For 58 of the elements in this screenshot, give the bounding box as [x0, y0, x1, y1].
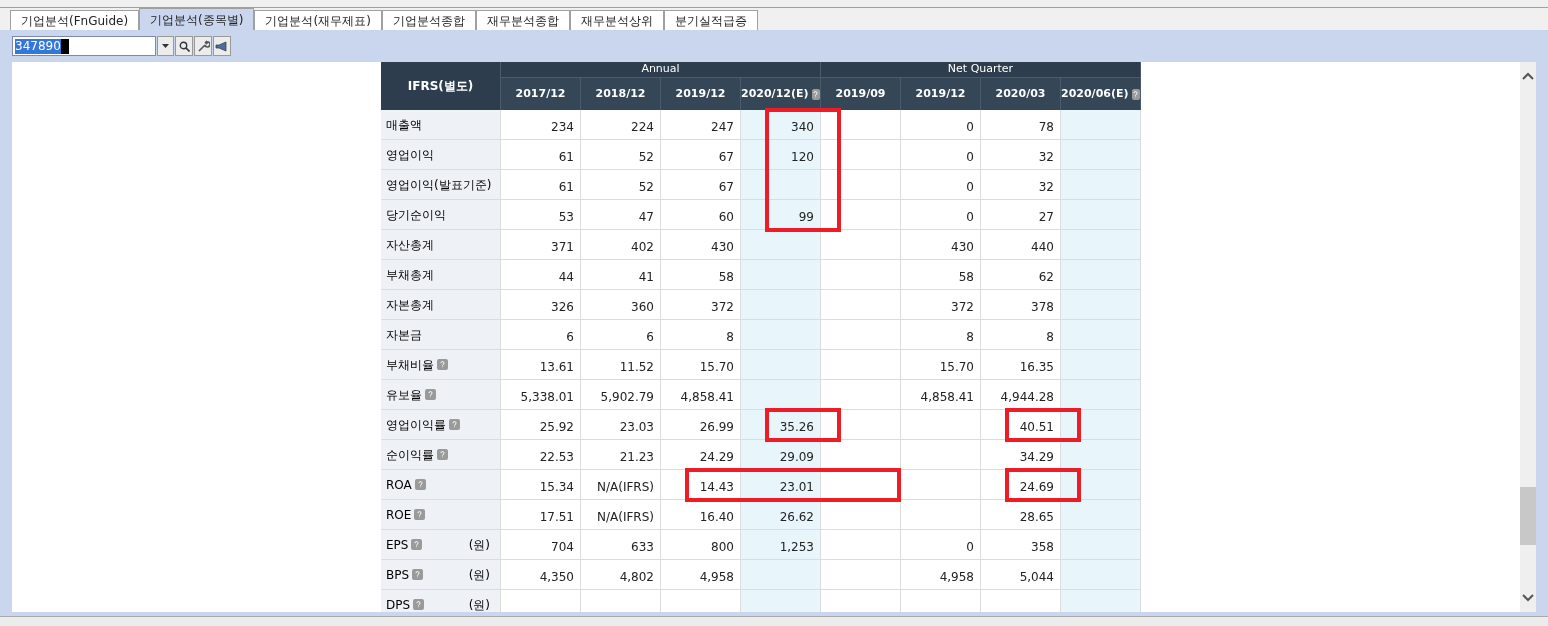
search-icon [178, 40, 190, 52]
tab[interactable]: 기업분석(종목별) [139, 8, 255, 30]
row-label: 영업이익 [386, 146, 434, 164]
row-label: 자산총계 [386, 236, 434, 254]
tab[interactable]: 재무분석종합 [475, 10, 570, 30]
column-label: 2018/12 [595, 85, 646, 102]
tab[interactable]: 기업분석(재무제표) [254, 10, 382, 30]
row-label: 부채총계 [386, 266, 434, 284]
tab[interactable]: 재무분석상위 [569, 10, 664, 30]
row-label: 당기순이익 [386, 206, 446, 224]
column-label: 2020/12(E) [741, 85, 809, 102]
wrench-icon [196, 39, 210, 53]
table-cell: 1,253 [741, 530, 821, 559]
caret-icon [162, 44, 169, 48]
row-label: 자본총계 [386, 296, 434, 314]
table-cell: 120 [741, 140, 821, 169]
row-label: BPS [386, 566, 410, 584]
unit-label: (원) [468, 536, 490, 554]
search-button[interactable] [175, 36, 193, 56]
row-label: 자본금 [386, 326, 422, 344]
row-label: 매출액 [386, 116, 422, 134]
code-field[interactable]: 347890 [12, 36, 156, 56]
unit-label: (원) [468, 596, 490, 612]
help-icon[interactable] [811, 88, 820, 100]
row-label: 유보율 [386, 386, 422, 404]
scroll-thumb[interactable] [1520, 487, 1536, 545]
row-label: 영업이익률 [386, 416, 446, 434]
tab[interactable]: 기업분석(FnGuide) [10, 10, 140, 30]
tab[interactable]: 분기실적급증 [663, 10, 758, 30]
row-label: DPS [386, 596, 411, 612]
text-cursor [60, 38, 69, 54]
megaphone-icon [215, 40, 229, 52]
scrollbar[interactable] [1520, 62, 1536, 612]
field-value: 347890 [15, 38, 61, 54]
table-cell: 99 [741, 200, 821, 229]
row-label: 순이익률 [386, 446, 434, 464]
row-label: ROE [386, 506, 412, 524]
group-header: Net Quarter [821, 62, 1141, 78]
unit-label: (원) [468, 566, 490, 584]
row-label: 부채비율 [386, 356, 434, 374]
tab[interactable]: 기업분석종합 [381, 10, 476, 30]
column-label: 2019/09 [835, 85, 886, 102]
announce-button[interactable] [213, 36, 231, 56]
table-cell: 340 [741, 110, 821, 139]
column-label: 2020/06(E) [1061, 85, 1129, 102]
dropdown-button[interactable] [157, 36, 174, 56]
column-label: 2019/12 [915, 85, 966, 102]
corner-header: IFRS(별도) [381, 62, 501, 110]
row-label: EPS [386, 536, 409, 554]
table-cell: 26.62 [741, 500, 821, 529]
column-label: 2019/12 [675, 85, 726, 102]
tools-button[interactable] [194, 36, 212, 56]
help-icon[interactable] [1131, 88, 1140, 100]
row-label: ROA [386, 476, 412, 494]
group-header: Annual [501, 62, 821, 78]
row-label: 영업이익(발표기준) [386, 176, 492, 194]
column-label: 2020/03 [995, 85, 1046, 102]
column-label: 2017/12 [515, 85, 566, 102]
